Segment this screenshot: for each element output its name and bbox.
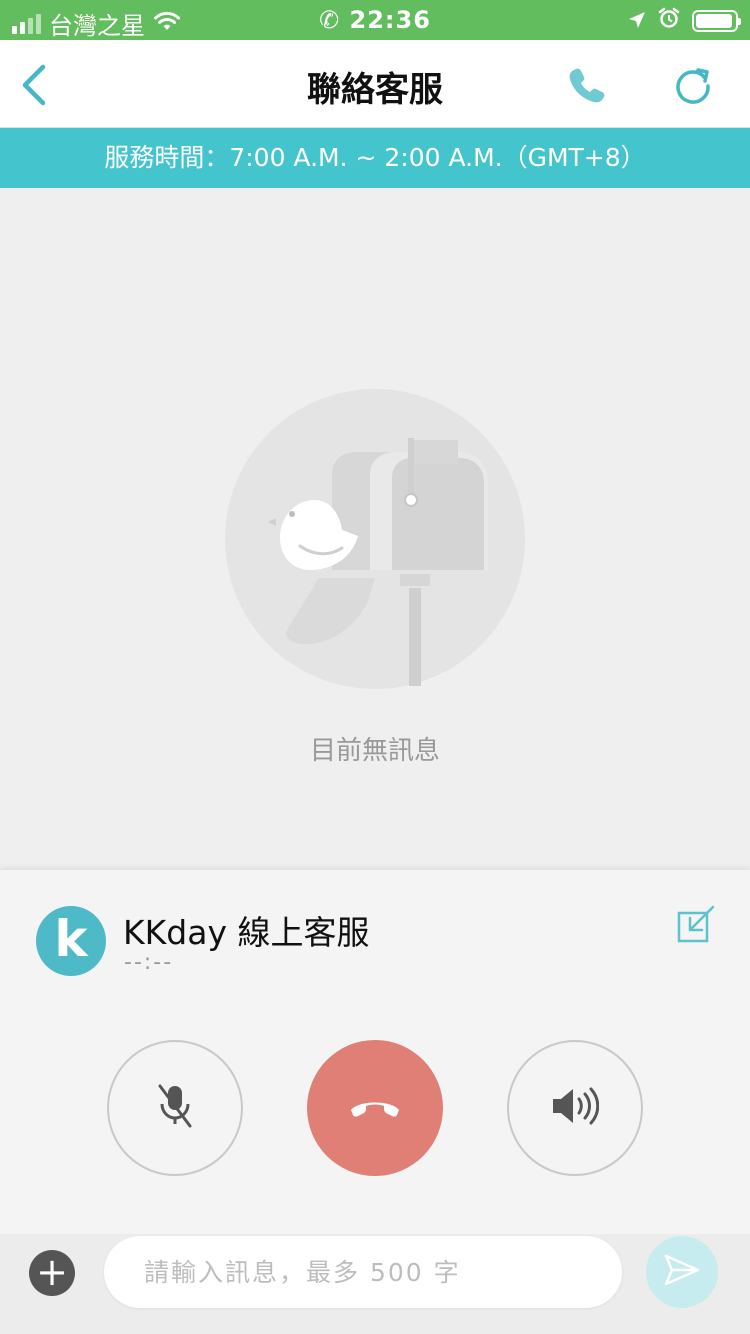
service-hours-banner: 服務時間：7:00 A.M. ~ 2:00 A.M.（GMT+8） [0,128,750,188]
hangup-icon [347,1094,403,1122]
phone-icon[interactable] [562,60,612,110]
battery-icon [692,10,741,32]
status-bar: 台灣之星 ✆ 22:36 [0,0,750,40]
plus-icon: + [36,1250,68,1294]
empty-state-text: 目前無訊息 [309,736,440,766]
status-right [628,7,741,35]
alarm-icon [658,7,680,35]
send-button[interactable] [646,1236,718,1308]
refresh-icon[interactable] [668,60,718,110]
hangup-button[interactable] [307,1040,443,1176]
send-icon [664,1254,700,1290]
agent-name: KKday 線上客服 [123,913,370,952]
speaker-button[interactable] [507,1040,643,1176]
add-attachment-button[interactable]: + [29,1250,75,1296]
call-active-icon: ✆ [319,6,341,34]
minimize-icon[interactable] [676,904,716,944]
page-title: 聯絡客服 [307,70,443,110]
nav-bar: 聯絡客服 [0,40,750,128]
mute-icon [154,1082,196,1134]
location-arrow-icon [628,7,646,35]
call-timer: --:-- [124,950,174,975]
speaker-icon [551,1086,600,1130]
call-panel: k KKday 線上客服 --:-- [0,870,750,1234]
mute-button[interactable] [107,1040,243,1176]
message-input[interactable] [104,1236,622,1308]
message-input-bar: + [0,1234,750,1334]
agent-avatar: k [36,906,106,976]
mailbox-bird-illustration [224,388,526,690]
